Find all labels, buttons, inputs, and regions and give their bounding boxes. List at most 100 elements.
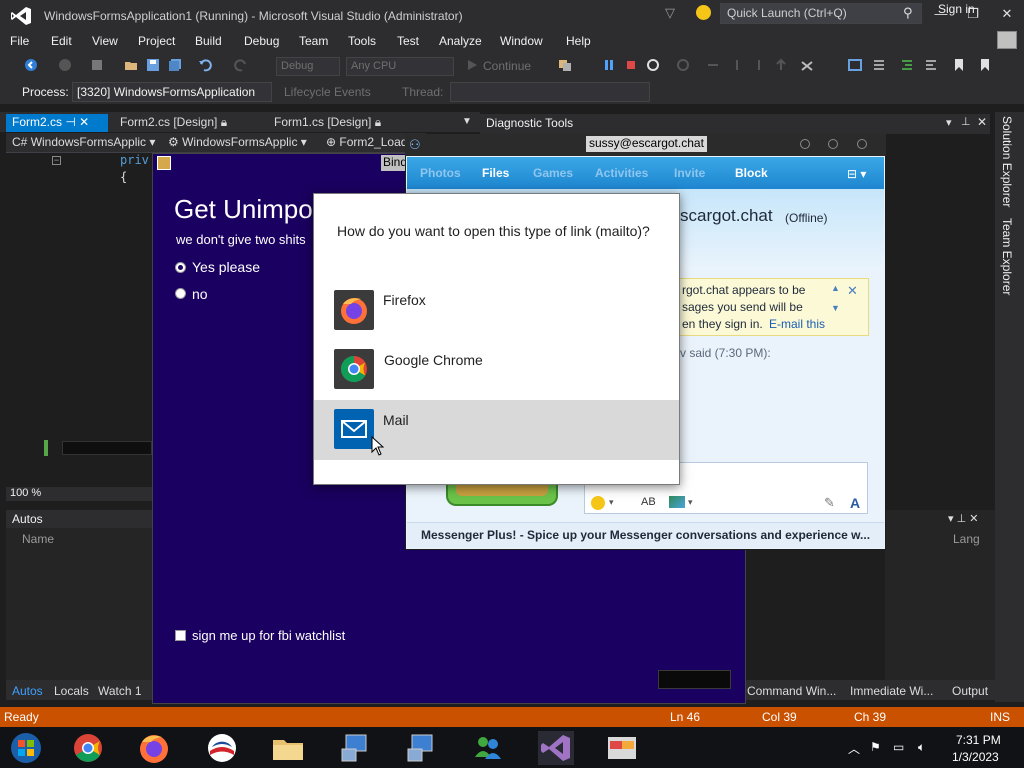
clock-time[interactable]: 7:31 PM: [956, 733, 1001, 747]
back-icon[interactable]: [24, 58, 38, 72]
continue-icon[interactable]: [465, 58, 479, 72]
undo-icon[interactable]: [198, 58, 212, 72]
feedback-smiley-icon[interactable]: [696, 5, 711, 20]
panel-controls-icon[interactable]: ▾ ⊥ ✕: [948, 512, 978, 525]
diagnostic-tools-title[interactable]: Diagnostic Tools: [486, 116, 573, 130]
search-icon[interactable]: ⚲: [903, 5, 913, 21]
menu-analyze[interactable]: Analyze: [439, 34, 482, 48]
messenger-tab-files[interactable]: Files: [482, 166, 509, 180]
form-submit-button[interactable]: [658, 670, 731, 689]
solution-explorer-tab[interactable]: Solution Explorer: [1000, 116, 1014, 207]
menu-view[interactable]: View: [92, 34, 118, 48]
yes-please-radio[interactable]: [175, 262, 186, 273]
messenger-close-button[interactable]: [857, 139, 867, 149]
save-icon[interactable]: [146, 58, 160, 72]
network-setup-taskbar-icon[interactable]: [338, 731, 374, 765]
platform-select[interactable]: Any CPU: [346, 57, 454, 76]
no-radio[interactable]: [175, 288, 186, 299]
email-this-link[interactable]: E-mail this: [769, 317, 825, 331]
zoom-level-select[interactable]: 100 %: [10, 487, 41, 499]
menu-help[interactable]: Help: [566, 34, 591, 48]
restart-icon[interactable]: [646, 58, 660, 72]
menu-file[interactable]: File: [10, 34, 29, 48]
warning-close-icon[interactable]: ✕: [847, 283, 858, 299]
stop-debugging-icon[interactable]: [624, 58, 638, 72]
bookmark-icon[interactable]: [952, 58, 966, 72]
collapse-region-icon[interactable]: −: [52, 156, 61, 165]
no-label[interactable]: no: [192, 286, 208, 302]
clock-date[interactable]: 1/3/2023: [952, 750, 999, 764]
image-dropdown-icon[interactable]: ▾: [688, 497, 693, 508]
menu-tools[interactable]: Tools: [348, 34, 376, 48]
tab-command-window[interactable]: Command Win...: [747, 684, 836, 698]
tab-locals[interactable]: Locals: [54, 684, 89, 698]
new-project-icon[interactable]: [90, 58, 104, 72]
process-select[interactable]: [3320] WindowsFormsApplication: [72, 82, 272, 102]
menu-team[interactable]: Team: [299, 34, 328, 48]
break-all-icon[interactable]: [602, 58, 616, 72]
redo-icon[interactable]: [234, 58, 248, 72]
action-center-flag-icon[interactable]: ⚑: [870, 740, 881, 754]
menu-window[interactable]: Window: [500, 34, 543, 48]
step-into-icon[interactable]: [706, 58, 720, 72]
outdent-icon[interactable]: [924, 58, 938, 72]
messenger-options-icon[interactable]: ⊟ ▾: [847, 167, 866, 181]
tab-immediate-window[interactable]: Immediate Wi...: [850, 684, 933, 698]
close-button[interactable]: ✕: [992, 4, 1022, 24]
winforms-app-taskbar-icon[interactable]: [604, 731, 640, 765]
emoticon-dropdown-icon[interactable]: ▾: [609, 497, 614, 508]
messenger-tab-invite[interactable]: Invite: [674, 166, 705, 180]
messenger-taskbar-icon[interactable]: [470, 731, 506, 765]
type-nav-select[interactable]: ⚙ WindowsFormsApplic ▾: [168, 135, 307, 149]
tab-form2-design[interactable]: Form2.cs [Design] 🔒︎: [114, 114, 233, 132]
forward-icon[interactable]: [58, 58, 72, 72]
messenger-tab-games[interactable]: Games: [533, 166, 573, 180]
option-firefox[interactable]: Firefox: [314, 280, 679, 340]
account-avatar-icon[interactable]: [997, 31, 1017, 49]
show-next-statement-icon[interactable]: [676, 58, 690, 72]
visual-studio-taskbar-icon[interactable]: [538, 731, 574, 765]
firefox-taskbar-icon[interactable]: [136, 731, 172, 765]
menu-project[interactable]: Project: [138, 34, 175, 48]
code-editor[interactable]: [6, 153, 152, 487]
process-icon[interactable]: [558, 58, 572, 72]
chrome-taskbar-icon[interactable]: [70, 731, 106, 765]
continue-button[interactable]: Continue: [483, 59, 531, 73]
save-all-icon[interactable]: [168, 58, 182, 72]
menu-debug[interactable]: Debug: [244, 34, 279, 48]
background-image-icon[interactable]: [669, 496, 685, 508]
yes-please-label[interactable]: Yes please: [192, 259, 260, 275]
notification-filter-icon[interactable]: ▽: [665, 5, 675, 21]
volume-icon[interactable]: 🔈︎: [918, 740, 925, 755]
indent-icon[interactable]: [900, 58, 914, 72]
quick-launch-input[interactable]: Quick Launch (Ctrl+Q): [720, 3, 922, 24]
tab-autos[interactable]: Autos: [12, 684, 43, 698]
emoticon-icon[interactable]: [591, 496, 605, 510]
menu-test[interactable]: Test: [397, 34, 419, 48]
language-column-header[interactable]: Lang: [953, 532, 980, 546]
option-mail[interactable]: Mail: [314, 400, 679, 460]
network-setup-2-taskbar-icon[interactable]: [404, 731, 440, 765]
messenger-minimize-button[interactable]: [800, 139, 810, 149]
hot-reload-icon[interactable]: [800, 58, 814, 72]
file-explorer-taskbar-icon[interactable]: [270, 731, 306, 765]
configuration-select[interactable]: Debug: [276, 57, 340, 76]
team-explorer-tab[interactable]: Team Explorer: [1000, 218, 1014, 295]
step-out-icon[interactable]: [752, 58, 766, 72]
panel-dropdown-icon[interactable]: ▾: [946, 116, 952, 129]
member-nav-select[interactable]: ⊕ Form2_Load: [326, 135, 406, 149]
open-folder-icon[interactable]: [124, 58, 138, 72]
project-nav-select[interactable]: C# WindowsFormsApplic ▾: [12, 135, 155, 149]
next-bookmark-icon[interactable]: [978, 58, 992, 72]
start-button-icon[interactable]: [8, 731, 44, 765]
obama-campaign-taskbar-icon[interactable]: [204, 731, 240, 765]
font-style-icon[interactable]: AB: [641, 496, 656, 508]
messenger-tab-activities[interactable]: Activities: [595, 166, 648, 180]
messenger-maximize-button[interactable]: [828, 139, 838, 149]
network-icon[interactable]: ▭: [893, 740, 904, 754]
show-hidden-icons-icon[interactable]: ︿: [848, 740, 860, 757]
messenger-plus-ad[interactable]: Messenger Plus! - Spice up your Messenge…: [421, 528, 877, 542]
tab-watch-1[interactable]: Watch 1: [98, 684, 142, 698]
tab-form2-cs[interactable]: Form2.cs ⊣ ✕: [6, 114, 108, 132]
font-icon[interactable]: A: [850, 495, 860, 511]
